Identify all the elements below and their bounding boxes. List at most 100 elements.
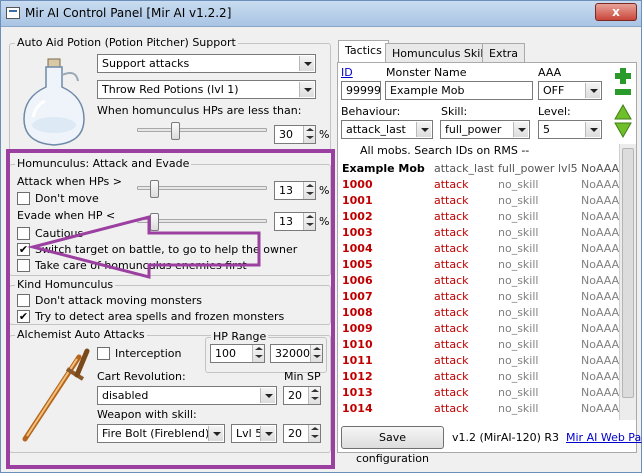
monster-id: 1003 [342,226,373,239]
potion-percent-label: % [319,128,330,141]
id-input[interactable]: 99999 [341,81,381,100]
monster-aaa: NoAAA [581,242,620,255]
list-item[interactable]: 1004 attack no_skill NoAAA [338,241,620,257]
monster-name-input[interactable]: Example Mob [385,81,533,100]
monster-id: 1009 [342,322,373,335]
list-item[interactable]: 1008 attack no_skill NoAAA [338,305,620,321]
tab-extra[interactable]: Extra [482,43,526,63]
save-configuration-button[interactable]: Save configuration [341,426,444,465]
monster-behaviour: attack [434,258,469,271]
id-link[interactable]: ID [341,66,353,79]
monster-aaa: NoAAA [581,194,620,207]
level-select[interactable]: 5 [538,120,602,139]
list-item[interactable]: 1011 attack no_skill NoAAA [338,353,620,369]
monster-behaviour: attack [434,226,469,239]
chevron-down-icon [416,122,431,137]
aaa-select[interactable]: OFF [538,81,602,100]
plus-icon[interactable] [614,67,632,85]
monster-aaa: NoAAA [581,354,620,367]
window-title: Mir AI Control Panel [Mir AI v1.2.2] [25,6,232,20]
list-item[interactable]: 1014 attack no_skill NoAAA [338,401,620,417]
potion-mode-select[interactable]: Support attacks [97,54,316,73]
monster-aaa: NoAAA [581,258,620,271]
list-item[interactable]: 1002 attack no_skill NoAAA [338,209,620,225]
skill-value: full_power [445,123,502,136]
monster-skill: no_skill [498,274,539,287]
chevron-down-icon [513,122,528,137]
potion-type-value: Throw Red Potions (lvl 1) [102,83,239,96]
list-item[interactable]: 1003 attack no_skill NoAAA [338,225,620,241]
monster-behaviour: attack [434,194,469,207]
list-item[interactable]: 1012 attack no_skill NoAAA [338,369,620,385]
list-item[interactable]: 1001 attack no_skill NoAAA [338,193,620,209]
list-item[interactable]: 1000 attack no_skill NoAAA [338,177,620,193]
list-first-aaa: NoAAA [581,162,620,175]
arrow-up-icon[interactable] [614,104,632,120]
monster-id: 1005 [342,258,373,271]
list-item[interactable]: 1013 attack no_skill NoAAA [338,385,619,401]
potion-bottle-icon [23,58,85,146]
monster-aaa: NoAAA [581,226,620,239]
skill-label: Skill: [441,105,468,118]
monster-list[interactable]: All mobs. Search IDs on RMS -- Example M… [338,144,636,420]
potion-hp-slider[interactable] [137,128,267,132]
spin-icon[interactable] [303,126,315,143]
web-page-link[interactable]: Mir AI Web Page [566,431,642,444]
monster-aaa: NoAAA [581,370,620,383]
monster-aaa: NoAAA [581,178,620,191]
id-value: 99999 [346,84,381,97]
monster-aaa: NoAAA [581,290,620,303]
monster-behaviour: attack [434,274,469,287]
potion-type-select[interactable]: Throw Red Potions (lvl 1) [97,80,316,99]
monster-id: 1011 [342,354,373,367]
title-bar: Mir AI Control Panel [Mir AI v1.2.2] x [1,1,641,27]
list-item[interactable]: 1005 attack no_skill NoAAA [338,257,620,273]
monster-id: 1012 [342,370,373,383]
level-label: Level: [538,105,571,118]
list-item[interactable]: 1007 attack no_skill NoAAA [338,289,620,305]
monster-behaviour: attack [434,354,469,367]
monster-skill: no_skill [498,242,539,255]
list-item-selected[interactable]: Example Mob attack_last full_power lvl5 … [338,161,620,177]
list-item[interactable]: 1010 attack no_skill NoAAA [338,337,619,353]
arrow-down-icon[interactable] [614,122,632,138]
monster-behaviour: attack [434,322,469,335]
monster-skill: no_skill [498,178,539,191]
potion-hp-slider-thumb[interactable] [171,122,180,140]
monster-skill: no_skill [498,338,539,351]
monster-skill: no_skill [498,258,539,271]
list-item[interactable]: 1006 attack no_skill NoAAA [338,273,620,289]
monster-id: 1002 [342,210,373,223]
close-button[interactable]: x [595,3,637,21]
monster-id: 1007 [342,290,373,303]
monster-skill: no_skill [498,386,539,399]
chevron-down-icon [299,56,314,71]
potion-group-title: Auto Aid Potion (Potion Pitcher) Support [15,36,238,49]
behaviour-select[interactable]: attack_last [341,120,433,139]
monster-behaviour: attack [434,370,469,383]
monster-aaa: NoAAA [581,210,620,223]
scrollbar-thumb[interactable] [622,148,634,398]
monster-id: 1008 [342,306,373,319]
potion-hp-value: 30 [279,128,293,141]
aaa-value: OFF [543,84,565,97]
monster-id: 1004 [342,242,373,255]
monster-aaa: NoAAA [581,306,620,319]
skill-select[interactable]: full_power [440,120,530,139]
highlight-arrow-icon [27,215,261,279]
behaviour-label: Behaviour: [341,105,401,118]
minus-icon[interactable] [614,87,632,97]
monster-name-value: Example Mob [390,84,465,97]
monster-id: 1000 [342,178,373,191]
version-label: v1.2 (MirAI-120) R3 [452,431,560,444]
monster-id: 1013 [342,386,373,399]
monster-aaa: NoAAA [581,274,620,287]
monster-id: 1014 [342,402,373,415]
monster-skill: no_skill [498,322,539,335]
list-scrollbar[interactable] [619,144,636,420]
tab-tactics[interactable]: Tactics [338,40,389,62]
potion-hp-input[interactable]: 30 [274,125,316,144]
list-item[interactable]: 1009 attack no_skill NoAAA [338,321,619,337]
monster-aaa: NoAAA [581,402,620,415]
chevron-down-icon [585,83,600,98]
